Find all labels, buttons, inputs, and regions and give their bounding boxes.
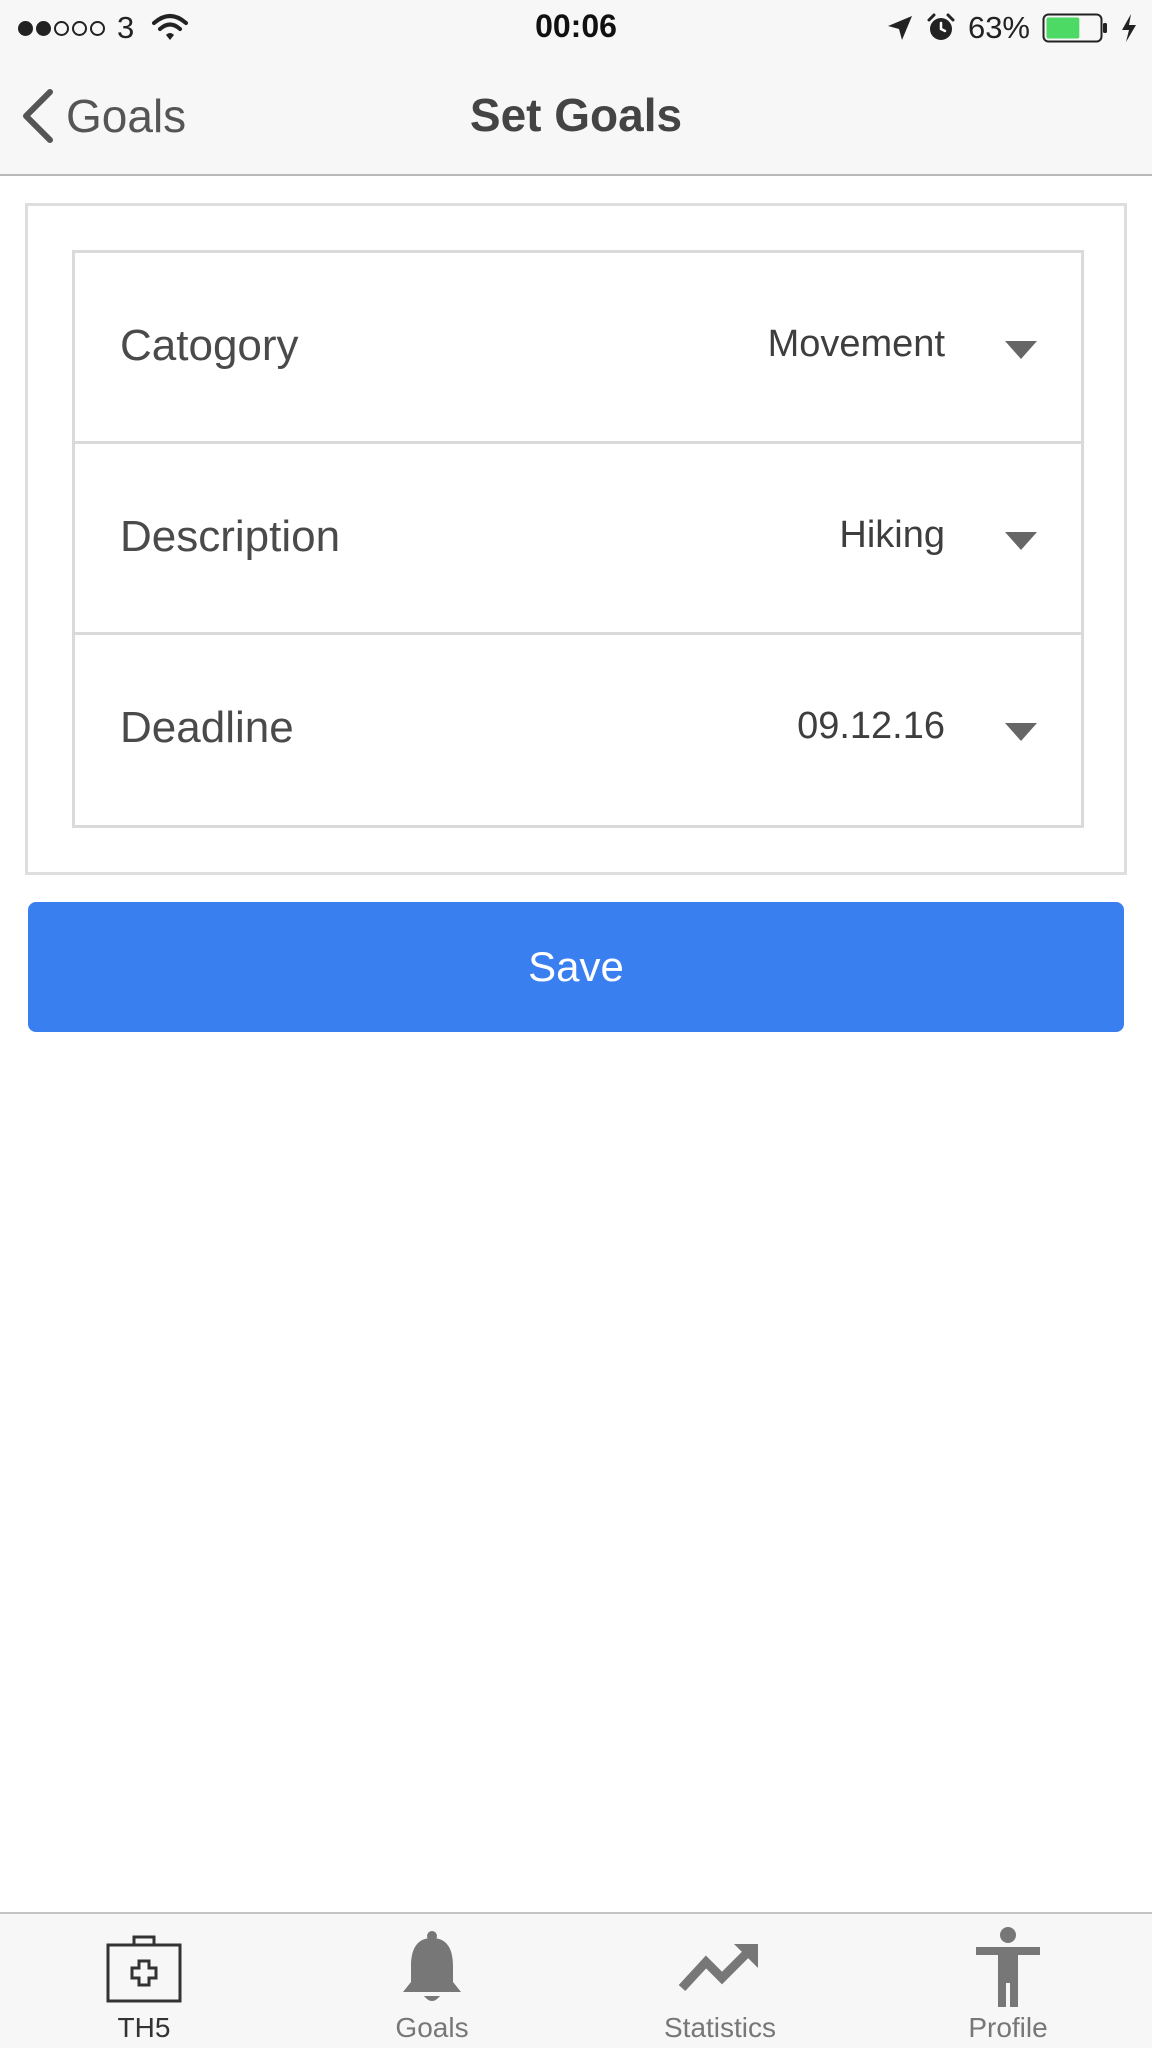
medical-kit-icon [99,1926,189,2010]
goal-form-card: Catogory Movement Description Hiking Dea… [25,203,1127,875]
tab-bar: TH5 Goals Statistics Profile [0,1912,1152,2048]
description-select[interactable]: Description Hiking [75,444,1081,635]
person-icon [963,1926,1053,2010]
bell-icon [387,1926,477,2010]
page-title: Set Goals [469,89,683,141]
battery-icon [1042,13,1107,43]
tab-th5[interactable]: TH5 [0,1914,288,2048]
tab-label: Profile [968,2012,1048,2043]
tab-label: Statistics [663,2012,777,2043]
charging-bolt-icon [1122,14,1136,42]
battery-percent: 63% [967,10,1030,45]
caret-down-icon [1005,341,1037,359]
deadline-label: Deadline [120,703,294,752]
battery-fill [1046,17,1080,39]
tab-profile[interactable]: Profile [864,1914,1152,2048]
goal-form: Catogory Movement Description Hiking Dea… [72,250,1084,828]
tab-label: TH5 [117,2012,171,2043]
tab-statistics[interactable]: Statistics [576,1914,864,2048]
trending-up-icon [675,1926,765,2010]
description-value: Hiking [839,514,945,556]
deadline-select[interactable]: Deadline 09.12.16 [75,635,1081,825]
description-label: Description [120,512,341,561]
category-label: Catogory [120,321,299,370]
location-arrow-icon [887,16,912,40]
save-button[interactable]: Save [28,902,1124,1032]
status-right: 63% [886,10,1138,46]
alarm-icon [927,13,955,40]
category-value: Movement [767,323,945,365]
caret-down-icon [1005,532,1037,550]
status-bar: 3 00:06 63% [0,0,1152,56]
deadline-value: 09.12.16 [797,705,945,747]
category-select[interactable]: Catogory Movement [75,253,1081,444]
nav-bar: Goals Set Goals [0,56,1152,176]
caret-down-icon [1005,723,1037,741]
tab-goals[interactable]: Goals [288,1914,576,2048]
tab-label: Goals [395,2012,469,2043]
